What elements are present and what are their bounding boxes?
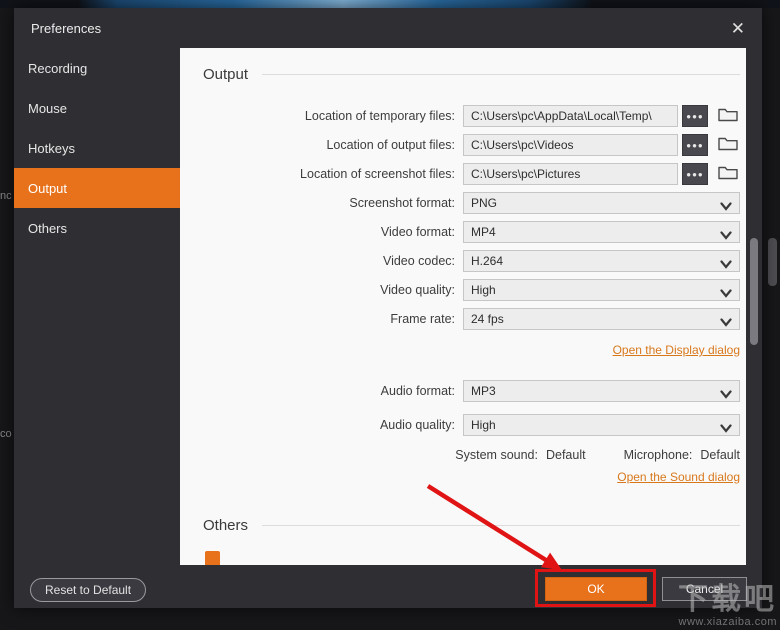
- browse-button[interactable]: ●●●: [682, 163, 708, 185]
- background-text-fragment: co: [0, 428, 12, 440]
- display-link-row: Open the Display dialog: [180, 343, 746, 359]
- system-sound-value: Default: [545, 448, 586, 462]
- sidebar-item-label: Others: [28, 220, 68, 236]
- system-sound-label: System sound:: [455, 448, 538, 462]
- reset-to-default-button[interactable]: Reset to Default: [30, 578, 147, 602]
- sidebar: Recording Mouse Hotkeys Output Others: [14, 48, 180, 565]
- folder-icon: [718, 135, 738, 156]
- video-quality-row: Video quality: High: [180, 279, 740, 301]
- video-quality-dropdown[interactable]: High: [463, 279, 740, 301]
- audio-format-row: Audio format: MP3: [180, 380, 740, 402]
- sidebar-item-label: Hotkeys: [28, 140, 75, 156]
- open-folder-button[interactable]: [716, 163, 740, 185]
- chevron-down-icon: [720, 422, 732, 436]
- sidebar-item-others[interactable]: Others: [14, 208, 180, 248]
- output-files-path-input[interactable]: C:\Users\pc\Videos: [463, 134, 678, 156]
- dialog-scrollbar-thumb[interactable]: [750, 238, 758, 345]
- video-format-dropdown[interactable]: MP4: [463, 221, 740, 243]
- section-title: Others: [203, 516, 249, 534]
- audio-quality-dropdown[interactable]: High: [463, 414, 740, 436]
- browse-button[interactable]: ●●●: [682, 134, 708, 156]
- background-scrollbar[interactable]: [768, 238, 777, 286]
- audio-quality-row: Audio quality: High: [180, 414, 740, 436]
- ok-button[interactable]: OK: [545, 577, 647, 601]
- field-label: Video codec:: [382, 254, 455, 268]
- background-text-fragment: nc: [0, 190, 12, 202]
- others-checkbox-fragment[interactable]: [205, 551, 220, 565]
- screenshot-format-dropdown[interactable]: PNG: [463, 192, 740, 214]
- sidebar-item-recording[interactable]: Recording: [14, 48, 180, 88]
- field-label: Location of output files:: [326, 138, 455, 152]
- field-label: Frame rate:: [390, 312, 455, 326]
- microphone-value: Default: [700, 448, 740, 462]
- sound-link-row: Open the Sound dialog: [180, 470, 746, 486]
- sound-devices-row: System sound: Default Microphone: Defaul…: [180, 447, 746, 463]
- temp-files-path-input[interactable]: C:\Users\pc\AppData\Local\Temp\: [463, 105, 678, 127]
- others-section-heading: Others: [180, 515, 746, 535]
- dropdown-value: PNG: [471, 196, 498, 210]
- field-label: Audio quality:: [379, 418, 455, 432]
- output-files-row: Location of output files: C:\Users\pc\Vi…: [180, 134, 740, 156]
- field-label: Video format:: [380, 225, 455, 239]
- screenshot-files-path-input[interactable]: C:\Users\pc\Pictures: [463, 163, 678, 185]
- open-display-dialog-link[interactable]: Open the Display dialog: [613, 343, 740, 359]
- dialog-titlebar: Preferences ✕: [14, 8, 762, 48]
- heading-rule: [262, 73, 740, 75]
- sidebar-item-output[interactable]: Output: [14, 168, 180, 208]
- field-label: Location of screenshot files:: [300, 167, 455, 181]
- frame-rate-row: Frame rate: 24 fps: [180, 308, 740, 330]
- sidebar-item-mouse[interactable]: Mouse: [14, 88, 180, 128]
- field-label: Audio format:: [380, 384, 455, 398]
- field-label: Video quality:: [380, 283, 455, 297]
- chevron-down-icon: [720, 229, 732, 243]
- screenshot-format-row: Screenshot format: PNG: [180, 192, 740, 214]
- screenshot-files-row: Location of screenshot files: C:\Users\p…: [180, 163, 740, 185]
- preferences-dialog: Preferences ✕ Recording Mouse Hotkeys Ou…: [14, 8, 762, 608]
- dropdown-value: MP4: [471, 225, 496, 239]
- sidebar-item-hotkeys[interactable]: Hotkeys: [14, 128, 180, 168]
- chevron-down-icon: [720, 287, 732, 301]
- video-format-row: Video format: MP4: [180, 221, 740, 243]
- video-codec-row: Video codec: H.264: [180, 250, 740, 272]
- chevron-down-icon: [720, 258, 732, 272]
- field-label: Screenshot format:: [349, 196, 455, 210]
- sidebar-item-label: Mouse: [28, 100, 68, 116]
- dropdown-value: H.264: [471, 254, 504, 268]
- microphone-label: Microphone:: [623, 448, 693, 462]
- open-folder-button[interactable]: [716, 134, 740, 156]
- dialog-footer: Reset to Default OK Cancel: [14, 565, 762, 608]
- sidebar-item-label: Recording: [28, 60, 88, 76]
- close-icon[interactable]: ✕: [731, 20, 745, 37]
- frame-rate-dropdown[interactable]: 24 fps: [463, 308, 740, 330]
- output-settings-panel: Output Location of temporary files: C:\U…: [180, 48, 746, 565]
- browse-button[interactable]: ●●●: [682, 105, 708, 127]
- audio-format-dropdown[interactable]: MP3: [463, 380, 740, 402]
- output-section-heading: Output: [180, 64, 746, 84]
- audio-form: Audio format: MP3 Audio quality: High: [180, 380, 746, 436]
- chevron-down-icon: [720, 200, 732, 214]
- chevron-down-icon: [720, 316, 732, 330]
- dropdown-value: High: [471, 283, 496, 297]
- heading-rule: [262, 524, 740, 526]
- sidebar-item-label: Output: [28, 180, 68, 196]
- dropdown-value: 24 fps: [471, 312, 504, 326]
- dropdown-value: High: [471, 418, 496, 432]
- chevron-down-icon: [720, 388, 732, 402]
- background-window-edge: [0, 0, 780, 8]
- temp-files-row: Location of temporary files: C:\Users\pc…: [180, 105, 740, 127]
- folder-icon: [718, 164, 738, 185]
- section-title: Output: [203, 65, 249, 83]
- open-folder-button[interactable]: [716, 105, 740, 127]
- dialog-title: Preferences: [31, 20, 102, 36]
- watermark-url: www.xiazaiba.com: [678, 616, 777, 628]
- open-sound-dialog-link[interactable]: Open the Sound dialog: [617, 470, 740, 486]
- output-form: Location of temporary files: C:\Users\pc…: [180, 105, 746, 330]
- cancel-button[interactable]: Cancel: [662, 577, 747, 601]
- dropdown-value: MP3: [471, 384, 496, 398]
- field-label: Location of temporary files:: [304, 109, 455, 123]
- folder-icon: [718, 106, 738, 127]
- video-codec-dropdown[interactable]: H.264: [463, 250, 740, 272]
